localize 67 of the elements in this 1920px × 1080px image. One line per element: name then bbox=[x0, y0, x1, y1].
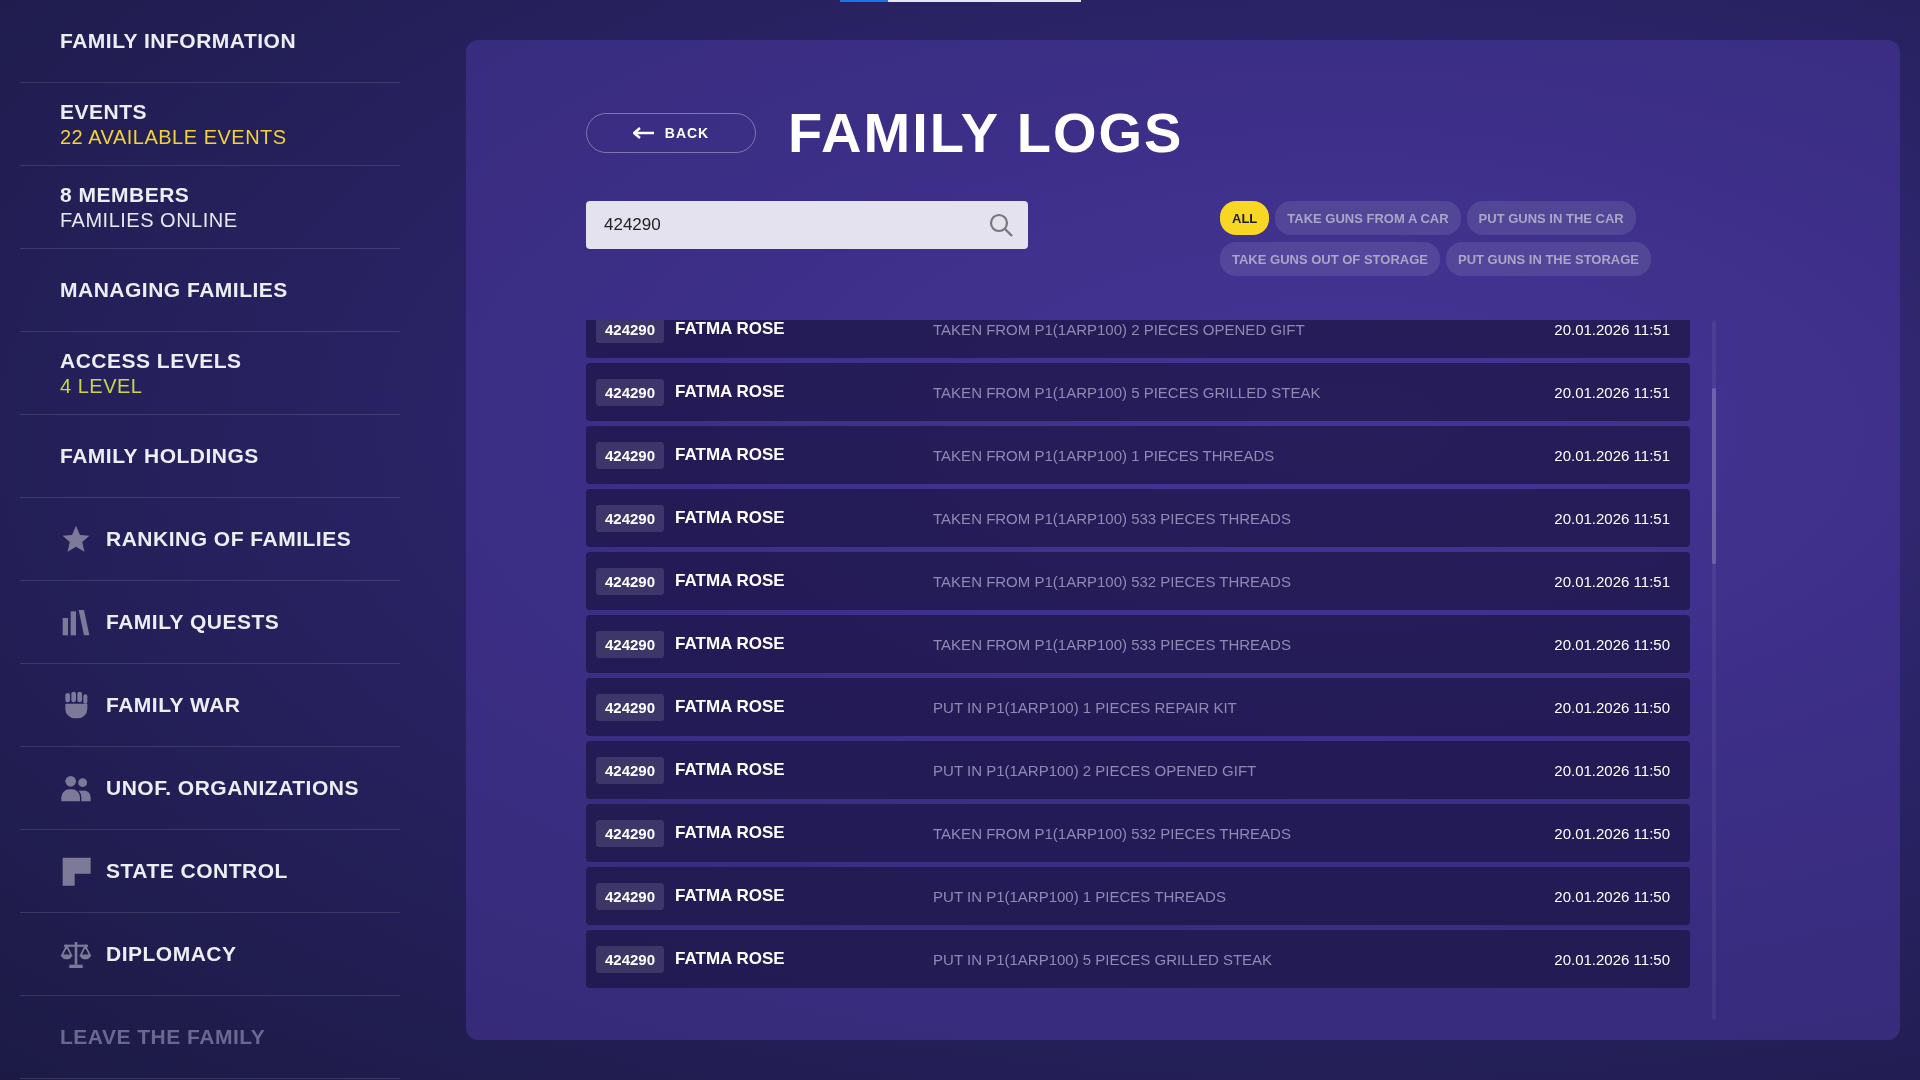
arrow-icon bbox=[632, 126, 655, 139]
scrollbar-thumb[interactable] bbox=[1712, 388, 1716, 564]
sidebar-subtitle: 22 AVAILABLE EVENTS bbox=[60, 125, 287, 149]
id-badge: 424290 bbox=[596, 693, 665, 721]
player-name: FATMA ROSE bbox=[675, 886, 786, 906]
log-time: 20.01.2026 11:51 bbox=[1554, 572, 1670, 590]
log-action: TAKEN FROM P1(1ARP100) 1 PIECES THREADS bbox=[933, 446, 1276, 464]
id-badge: 424290 bbox=[596, 945, 665, 973]
sidebar-subtitle: FAMILIES ONLINE bbox=[60, 208, 238, 232]
log-action: PUT IN P1(1ARP100) 5 PIECES GRILLED STEAK bbox=[933, 950, 1274, 968]
player-name: FATMA ROSE bbox=[675, 571, 786, 591]
id-badge: 424290 bbox=[596, 378, 665, 406]
log-time: 20.01.2026 11:50 bbox=[1554, 761, 1670, 779]
sidebar-item[interactable]: EVENTS bbox=[60, 99, 287, 124]
search-field[interactable]: 424290 bbox=[586, 201, 1028, 249]
id-badge: 424290 bbox=[596, 320, 665, 343]
log-time: 20.01.2026 11:50 bbox=[1554, 824, 1670, 842]
log-action: PUT IN P1(1ARP100) 2 PIECES OPENED GIFT bbox=[933, 761, 1258, 779]
log-action: TAKEN FROM P1(1ARP100) 533 PIECES THREADS bbox=[933, 509, 1292, 527]
log-time: 20.01.2026 11:50 bbox=[1554, 698, 1670, 716]
player-name: FATMA ROSE bbox=[675, 823, 786, 843]
player-name: FATMA ROSE bbox=[675, 445, 786, 465]
log-action: PUT IN P1(1ARP100) 1 PIECES THREADS bbox=[933, 887, 1227, 905]
flag-icon bbox=[60, 855, 92, 887]
sidebar-item[interactable]: FAMILY INFORMATION bbox=[60, 29, 297, 53]
search-icon[interactable] bbox=[988, 212, 1014, 238]
log-action: TAKEN FROM P1(1ARP100) 533 PIECES THREADS bbox=[933, 635, 1292, 653]
id-badge: 424290 bbox=[596, 441, 665, 469]
id-badge: 424290 bbox=[596, 504, 665, 532]
player-name: FATMA ROSE bbox=[675, 320, 786, 339]
player-name: FATMA ROSE bbox=[675, 949, 786, 969]
log-time: 20.01.2026 11:50 bbox=[1554, 887, 1670, 905]
log-time: 20.01.2026 11:51 bbox=[1554, 383, 1670, 401]
id-badge: 424290 bbox=[596, 882, 665, 910]
sidebar-item[interactable]: RANKING OF FAMILIES bbox=[106, 527, 352, 551]
id-badge: 424290 bbox=[596, 756, 665, 784]
sidebar-item[interactable]: FAMILY WAR bbox=[106, 693, 241, 717]
log-time: 20.01.2026 11:50 bbox=[1554, 635, 1670, 653]
sidebar-item[interactable]: FAMILY QUESTS bbox=[106, 610, 280, 634]
scrollbar[interactable] bbox=[1712, 320, 1716, 1020]
player-name: FATMA ROSE bbox=[675, 697, 786, 717]
player-name: FATMA ROSE bbox=[675, 760, 786, 780]
log-action: TAKEN FROM P1(1ARP100) 2 PIECES OPENED GIFT bbox=[933, 320, 1306, 338]
sidebar-subtitle: 4 LEVEL bbox=[60, 374, 144, 398]
log-time: 20.01.2026 11:51 bbox=[1554, 320, 1670, 338]
sidebar-item[interactable]: 8 MEMBERS bbox=[60, 182, 238, 207]
id-badge: 424290 bbox=[596, 630, 665, 658]
sidebar-item[interactable]: ACCESS LEVELS bbox=[60, 348, 242, 373]
log-time: 20.01.2026 11:51 bbox=[1554, 509, 1670, 527]
sidebar-item[interactable]: STATE CONTROL bbox=[106, 859, 288, 883]
sidebar-item[interactable]: UNOF. ORGANIZATIONS bbox=[106, 776, 359, 800]
player-name: FATMA ROSE bbox=[675, 382, 786, 402]
log-action: TAKEN FROM P1(1ARP100) 532 PIECES THREADS bbox=[933, 824, 1292, 842]
player-name: FATMA ROSE bbox=[675, 634, 786, 654]
sidebar-item[interactable]: FAMILY HOLDINGS bbox=[60, 444, 259, 468]
player-name: FATMA ROSE bbox=[675, 508, 786, 528]
sidebar-item[interactable]: DIPLOMACY bbox=[106, 942, 237, 966]
log-time: 20.01.2026 11:51 bbox=[1554, 446, 1670, 464]
sidebar-item[interactable]: MANAGING FAMILIES bbox=[60, 278, 288, 302]
id-badge: 424290 bbox=[596, 819, 665, 847]
page-title: FAMILY LOGS bbox=[788, 100, 1184, 165]
filter-chip[interactable]: ALL bbox=[1220, 201, 1270, 235]
log-action: PUT IN P1(1ARP100) 1 PIECES REPAIR KIT bbox=[933, 698, 1238, 716]
log-time: 20.01.2026 11:50 bbox=[1554, 950, 1670, 968]
log-action: TAKEN FROM P1(1ARP100) 5 PIECES GRILLED STEAK bbox=[933, 383, 1322, 401]
log-action: TAKEN FROM P1(1ARP100) 532 PIECES THREADS bbox=[933, 572, 1292, 590]
id-badge: 424290 bbox=[596, 567, 665, 595]
